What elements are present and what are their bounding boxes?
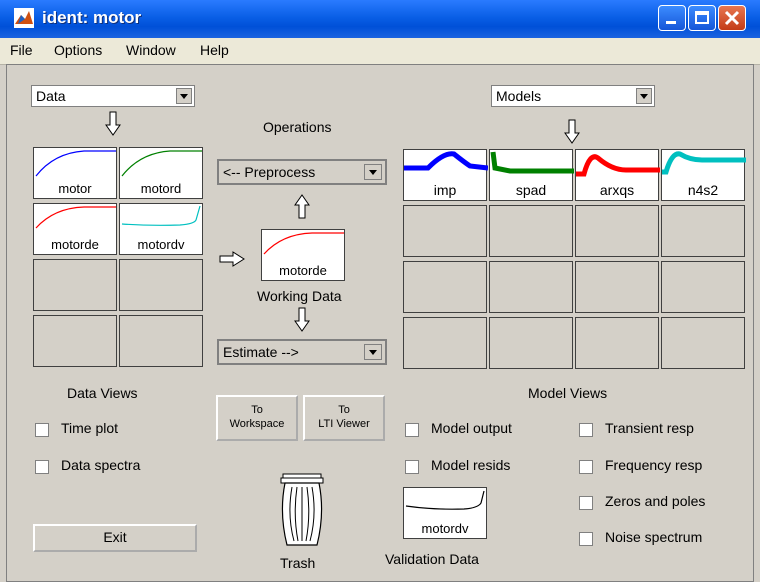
- models-select-value: Models: [496, 88, 542, 104]
- tile-label: spad: [515, 182, 547, 198]
- arrow-down-icon: [105, 111, 121, 136]
- time-plot-label: Time plot: [61, 420, 119, 436]
- data-spectra-label: Data spectra: [61, 457, 141, 473]
- title-bar: ident: motor: [0, 0, 760, 38]
- data-tile-motorde[interactable]: motorde: [33, 203, 117, 255]
- frequency-resp-checkbox[interactable]: [579, 460, 593, 474]
- data-tile-motordv[interactable]: motordv: [119, 203, 203, 255]
- model-tile-empty[interactable]: [489, 317, 573, 369]
- zeros-poles-label: Zeros and poles: [605, 493, 706, 509]
- model-tile-arxqs[interactable]: arxqs: [575, 149, 660, 201]
- data-tile-empty[interactable]: [119, 259, 203, 311]
- arrow-right-icon: [219, 251, 245, 267]
- data-tile-motord[interactable]: motord: [119, 147, 203, 199]
- estimate-value: Estimate -->: [223, 344, 299, 360]
- menu-options[interactable]: Options: [54, 42, 102, 58]
- model-tile-empty[interactable]: [575, 261, 659, 313]
- validation-data-tile[interactable]: motordv: [403, 487, 487, 539]
- model-tile-imp[interactable]: imp: [403, 149, 488, 201]
- to-lti-line2: LTI Viewer: [318, 418, 370, 430]
- data-tile-empty[interactable]: [33, 259, 117, 311]
- tile-label: motorde: [51, 237, 99, 252]
- tile-label: motor: [58, 181, 92, 196]
- tile-label: motordv: [137, 237, 185, 252]
- chevron-down-icon: [364, 344, 382, 360]
- model-views-title: Model Views: [528, 385, 608, 401]
- model-tile-empty[interactable]: [403, 317, 487, 369]
- data-views-title: Data Views: [67, 385, 138, 401]
- arrow-up-icon: [294, 194, 310, 219]
- frequency-resp-label: Frequency resp: [605, 457, 703, 473]
- trash-label: Trash: [280, 555, 316, 571]
- menu-help[interactable]: Help: [200, 42, 229, 58]
- data-select-value: Data: [36, 88, 66, 104]
- window-title: ident: motor: [42, 8, 142, 27]
- model-output-checkbox[interactable]: [405, 423, 419, 437]
- chevron-down-icon: [636, 88, 652, 104]
- exit-button[interactable]: Exit: [33, 524, 197, 552]
- model-tile-empty[interactable]: [661, 261, 745, 313]
- zeros-poles-checkbox[interactable]: [579, 496, 593, 510]
- model-output-label: Model output: [431, 420, 512, 436]
- matlab-icon: [14, 8, 34, 28]
- model-tile-empty[interactable]: [575, 205, 659, 257]
- data-tile-motor[interactable]: motor: [33, 147, 117, 199]
- menu-file[interactable]: File: [10, 42, 33, 58]
- estimate-select[interactable]: Estimate -->: [217, 339, 387, 365]
- to-lti-viewer-button[interactable]: To LTI Viewer: [303, 395, 385, 441]
- arrow-down-icon: [564, 119, 580, 144]
- model-tile-spad[interactable]: spad: [489, 149, 574, 201]
- arrow-down-icon: [294, 307, 310, 332]
- model-tile-empty[interactable]: [661, 205, 745, 257]
- model-tile-empty[interactable]: [661, 317, 745, 369]
- close-icon: [724, 10, 740, 26]
- validation-data-label: Validation Data: [385, 551, 479, 567]
- chevron-down-icon: [176, 88, 192, 104]
- preprocess-select[interactable]: <-- Preprocess: [217, 159, 387, 185]
- to-lti-line1: To: [338, 404, 350, 416]
- minimize-button[interactable]: [658, 5, 686, 31]
- data-tile-empty[interactable]: [119, 315, 203, 367]
- menu-window[interactable]: Window: [126, 42, 176, 58]
- models-select[interactable]: Models: [491, 85, 655, 107]
- model-tile-n4s2[interactable]: n4s2: [661, 149, 746, 201]
- noise-spectrum-label: Noise spectrum: [605, 529, 703, 545]
- tile-label: motord: [140, 181, 182, 196]
- model-tile-empty[interactable]: [403, 205, 487, 257]
- tile-label: motordv: [421, 521, 469, 536]
- model-tile-empty[interactable]: [575, 317, 659, 369]
- tile-label: n4s2: [687, 182, 719, 198]
- to-workspace-line2: Workspace: [229, 418, 285, 430]
- model-tile-empty[interactable]: [403, 261, 487, 313]
- working-data-tile[interactable]: motorde: [261, 229, 345, 281]
- maximize-icon: [695, 11, 709, 24]
- time-plot-checkbox[interactable]: [35, 423, 49, 437]
- tile-label: motorde: [279, 263, 327, 278]
- transient-resp-checkbox[interactable]: [579, 423, 593, 437]
- data-spectra-checkbox[interactable]: [35, 460, 49, 474]
- minimize-icon: [666, 21, 676, 24]
- to-workspace-button[interactable]: To Workspace: [216, 395, 298, 441]
- operations-title: Operations: [263, 119, 332, 135]
- working-data-label: Working Data: [257, 288, 342, 304]
- model-tile-empty[interactable]: [489, 261, 573, 313]
- model-resids-checkbox[interactable]: [405, 460, 419, 474]
- data-tile-empty[interactable]: [33, 315, 117, 367]
- maximize-button[interactable]: [688, 5, 716, 31]
- tile-label: imp: [433, 182, 457, 198]
- data-select[interactable]: Data: [31, 85, 195, 107]
- noise-spectrum-checkbox[interactable]: [579, 532, 593, 546]
- ident-window: ident: motor File Options Window Help Da…: [0, 0, 760, 582]
- close-button[interactable]: [718, 5, 746, 31]
- model-tile-empty[interactable]: [489, 205, 573, 257]
- to-workspace-line1: To: [251, 404, 263, 416]
- menu-bar: File Options Window Help: [0, 38, 760, 65]
- main-panel: Data motor motord motorde motordv Data V…: [6, 64, 754, 582]
- preprocess-value: <-- Preprocess: [223, 164, 316, 180]
- chevron-down-icon: [364, 164, 382, 180]
- transient-resp-label: Transient resp: [605, 420, 694, 436]
- tile-label: arxqs: [599, 182, 635, 198]
- trash-icon[interactable]: [277, 473, 327, 551]
- model-resids-label: Model resids: [431, 457, 511, 473]
